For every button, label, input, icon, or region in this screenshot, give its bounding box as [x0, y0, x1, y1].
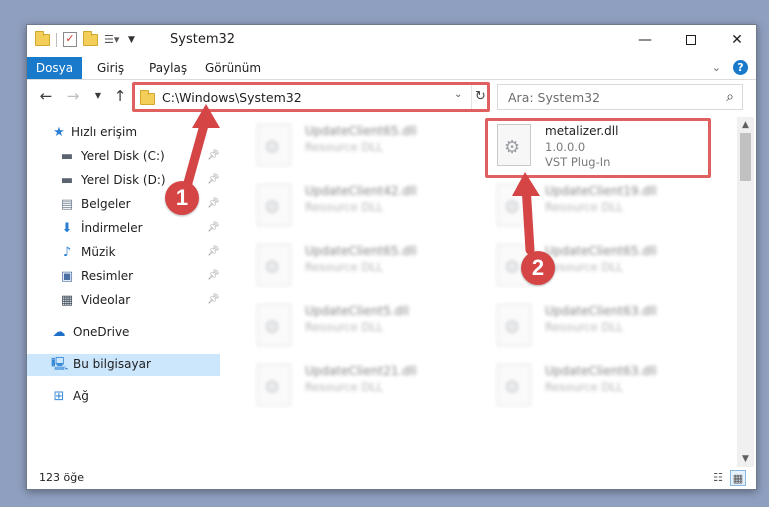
callout-arrows: [181, 104, 540, 255]
arrow-1-shaft: [181, 113, 211, 195]
callout-badge-1: 1: [165, 181, 199, 215]
callout-badge-2: 2: [521, 251, 555, 285]
arrow-2-head: [512, 172, 540, 196]
arrow-1-head: [192, 104, 220, 128]
